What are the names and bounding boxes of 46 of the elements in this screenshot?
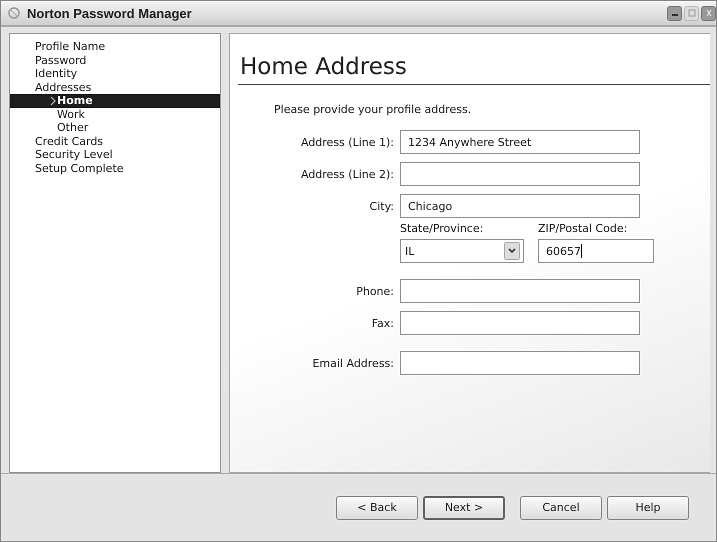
sidebar-item[interactable]: Work <box>10 108 220 121</box>
input-field[interactable]: Chicago <box>400 194 640 218</box>
field-value: Chicago <box>408 200 452 212</box>
input-field[interactable]: 1234 Anywhere Street <box>400 130 640 154</box>
field-value: 1234 Anywhere Street <box>408 136 532 148</box>
item-label: Work <box>57 108 85 121</box>
wizard-button[interactable]: Cancel <box>520 496 602 520</box>
close-icon <box>706 9 712 17</box>
input-field[interactable] <box>400 162 640 186</box>
field-label: Address (Line 1): <box>300 136 394 148</box>
field-label: Address (Line 2): <box>300 168 394 180</box>
minimize-button[interactable] <box>667 6 682 20</box>
input-field[interactable]: 60657 <box>538 239 654 263</box>
window-title: Norton Password Manager <box>27 6 193 20</box>
field-label: Email Address: <box>311 356 394 370</box>
chevron-icon <box>50 96 56 106</box>
sidebar-item[interactable]: Addresses <box>10 80 220 94</box>
sidebar-item[interactable]: Identity <box>10 67 220 80</box>
sidebar-item[interactable]: Password <box>10 54 220 67</box>
sidebar-item[interactable]: Other <box>10 121 220 134</box>
field-label: State/Province: <box>400 222 484 235</box>
input-field[interactable] <box>400 279 640 303</box>
field-label: ZIP/Postal Code: <box>538 222 628 235</box>
text-cursor <box>581 244 582 258</box>
wizard-button[interactable]: Help <box>607 496 689 520</box>
sidebar-item[interactable]: Home <box>10 94 220 108</box>
field-label: Phone: <box>355 284 394 298</box>
page-heading: Home Address <box>238 54 710 85</box>
sidebar-item[interactable]: Profile Name <box>10 40 220 54</box>
item-label: Home <box>57 94 93 108</box>
sidebar-item[interactable]: Credit Cards <box>10 134 220 148</box>
field-label: Fax: <box>370 316 394 330</box>
field-label: City: <box>368 200 394 212</box>
instruction-text: Please provide your profile address. <box>274 103 472 116</box>
sidebar-item[interactable]: Security Level <box>10 148 220 162</box>
app-icon <box>7 6 21 20</box>
sidebar-item[interactable]: Setup Complete <box>10 162 220 175</box>
input-field[interactable] <box>400 351 640 375</box>
field-value: 60657 <box>546 244 581 258</box>
maximize-icon <box>688 9 696 17</box>
wizard-button[interactable]: < Back <box>336 496 418 520</box>
state-dropdown[interactable]: IL <box>400 239 524 263</box>
wizard-button[interactable]: Next > <box>423 496 505 520</box>
close-button[interactable] <box>701 6 716 20</box>
input-field[interactable] <box>400 311 640 335</box>
item-label: Other <box>57 121 88 134</box>
